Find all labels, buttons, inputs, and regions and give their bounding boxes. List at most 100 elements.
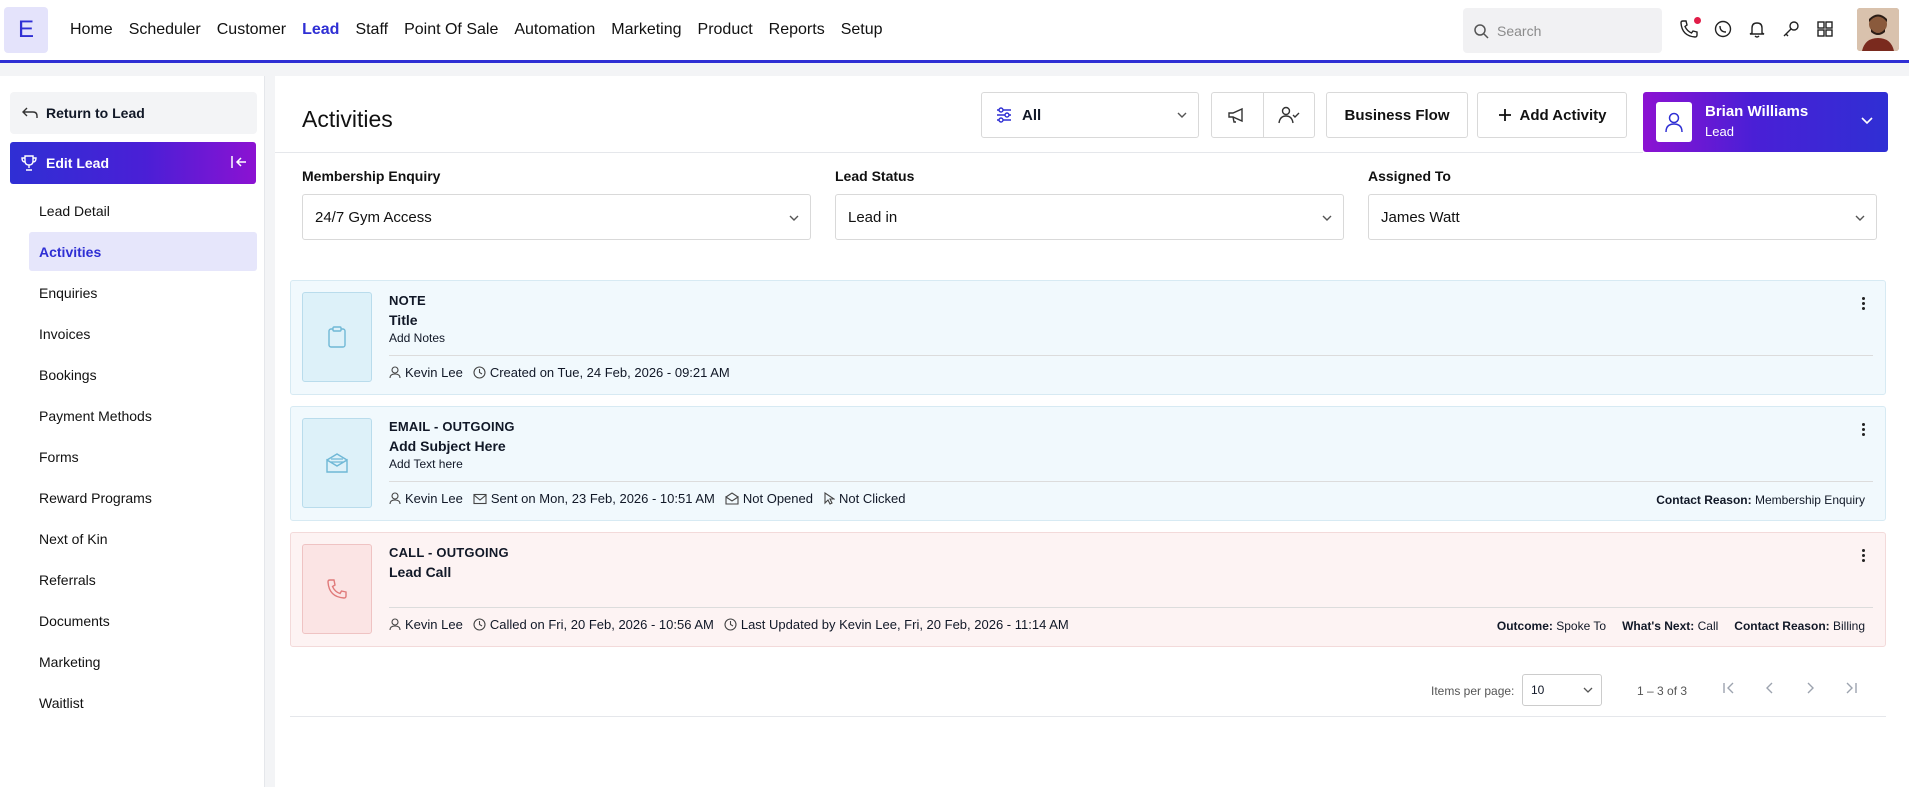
- meta-updated-text: Last Updated by Kevin Lee, Fri, 20 Feb, …: [740, 617, 1069, 632]
- return-label: Return to Lead: [46, 105, 145, 121]
- items-per-page-select[interactable]: 10: [1522, 674, 1602, 706]
- lead-status-value: Lead in: [848, 208, 898, 226]
- activity-card-call[interactable]: CALL - OUTGOING Lead Call Kevin Lee Call…: [290, 532, 1886, 647]
- activity-card-email[interactable]: EMAIL - OUTGOING Add Subject Here Add Te…: [290, 406, 1886, 521]
- activity-filter-select[interactable]: All: [981, 92, 1199, 138]
- assigned-to-label: Assigned To: [1368, 168, 1451, 184]
- clock-icon: [473, 618, 486, 631]
- nav-home[interactable]: Home: [67, 21, 116, 39]
- whats-next: What's Next: Call: [1622, 619, 1719, 633]
- apps-grid-icon[interactable]: [1814, 17, 1836, 41]
- meta-user-name: Kevin Lee: [405, 491, 463, 506]
- cursor-icon: [824, 492, 835, 505]
- more-options-icon[interactable]: [1855, 419, 1871, 439]
- sidebar-item-waitlist[interactable]: Waitlist: [29, 683, 257, 722]
- nav-marketing[interactable]: Marketing: [608, 21, 684, 39]
- return-to-lead-button[interactable]: Return to Lead: [10, 92, 257, 134]
- nav-setup[interactable]: Setup: [838, 21, 886, 39]
- chevron-down-icon: [1855, 215, 1865, 221]
- card-divider: [389, 607, 1873, 608]
- membership-enquiry-select[interactable]: 24/7 Gym Access: [302, 194, 811, 240]
- membership-enquiry-label: Membership Enquiry: [302, 168, 441, 184]
- activity-title: Title: [389, 312, 418, 328]
- activity-type: CALL - OUTGOING: [389, 545, 509, 560]
- add-activity-button[interactable]: Add Activity: [1477, 92, 1627, 138]
- search-input[interactable]: [1497, 22, 1647, 39]
- user-avatar[interactable]: [1857, 8, 1899, 51]
- phone-icon[interactable]: [1678, 17, 1701, 41]
- sidebar-item-marketing[interactable]: Marketing: [29, 642, 257, 681]
- card-divider: [389, 355, 1873, 356]
- more-options-icon[interactable]: [1855, 293, 1871, 313]
- nav-lead[interactable]: Lead: [299, 21, 342, 39]
- sidebar-item-reward-programs[interactable]: Reward Programs: [29, 478, 257, 517]
- bell-icon[interactable]: [1746, 17, 1768, 41]
- sidebar-item-bookings[interactable]: Bookings: [29, 355, 257, 394]
- activity-title: Lead Call: [389, 564, 452, 580]
- nav-customer[interactable]: Customer: [214, 21, 289, 39]
- meta-user: Kevin Lee: [389, 365, 463, 380]
- page-range: 1 – 3 of 3: [1637, 684, 1688, 698]
- meta-sent: Sent on Mon, 23 Feb, 2026 - 10:51 AM: [473, 491, 715, 506]
- card-divider: [389, 481, 1873, 482]
- assigned-to-select[interactable]: James Watt: [1368, 194, 1877, 240]
- plus-icon: [1498, 109, 1511, 121]
- activity-card-note[interactable]: NOTE Title Add Notes Kevin Lee Created o…: [290, 280, 1886, 395]
- lead-status-select[interactable]: Lead in: [835, 194, 1344, 240]
- activity-subtitle: Add Text here: [389, 457, 463, 471]
- chevron-down-icon: [1322, 215, 1332, 221]
- sidebar-item-documents[interactable]: Documents: [29, 601, 257, 640]
- activity-type: NOTE: [389, 293, 426, 308]
- meta-created: Created on Tue, 24 Feb, 2026 - 09:21 AM: [473, 365, 730, 380]
- last-page-icon[interactable]: [1840, 680, 1860, 696]
- sidebar-item-payment-methods[interactable]: Payment Methods: [29, 396, 257, 435]
- key-icon[interactable]: [1780, 17, 1802, 41]
- outcome: Outcome: Spoke To: [1496, 619, 1607, 633]
- nav-automation[interactable]: Automation: [511, 21, 598, 39]
- app-logo[interactable]: E: [4, 7, 48, 53]
- meta-user-name: Kevin Lee: [405, 365, 463, 380]
- lead-person-card[interactable]: Brian Williams Lead: [1643, 92, 1888, 152]
- next-page-icon[interactable]: [1800, 680, 1820, 696]
- items-per-page-label: Items per page:: [1431, 684, 1515, 698]
- nav-reports[interactable]: Reports: [766, 21, 828, 39]
- whatsapp-icon[interactable]: [1712, 17, 1734, 41]
- filter-value: All: [1022, 106, 1042, 124]
- sidebar-item-invoices[interactable]: Invoices: [29, 314, 257, 353]
- assign-user-button[interactable]: [1264, 93, 1315, 137]
- nav-staff[interactable]: Staff: [352, 21, 391, 39]
- activity-extra-info: Contact Reason: Membership Enquiry: [1656, 493, 1865, 507]
- nav-product[interactable]: Product: [695, 21, 756, 39]
- header-divider: [275, 152, 1643, 153]
- email-icon: [302, 418, 372, 508]
- sidebar-item-enquiries[interactable]: Enquiries: [29, 273, 257, 312]
- sidebar-item-lead-detail[interactable]: Lead Detail: [29, 191, 257, 230]
- meta-created-text: Created on Tue, 24 Feb, 2026 - 09:21 AM: [489, 365, 730, 380]
- assigned-to-value: James Watt: [1381, 208, 1460, 226]
- business-flow-button[interactable]: Business Flow: [1326, 92, 1468, 138]
- nav-point-of-sale[interactable]: Point Of Sale: [401, 21, 501, 39]
- sidebar-item-activities[interactable]: Activities: [29, 232, 257, 271]
- edit-lead-label: Edit Lead: [46, 155, 110, 171]
- contact-reason: Contact Reason: Membership Enquiry: [1656, 493, 1865, 507]
- prev-page-icon[interactable]: [1760, 680, 1780, 696]
- announce-button[interactable]: [1212, 93, 1264, 137]
- search-icon: [1474, 23, 1489, 39]
- notification-dot: [1694, 17, 1701, 24]
- sidebar-item-referrals[interactable]: Referrals: [29, 560, 257, 599]
- clipboard-icon: [302, 292, 372, 382]
- edit-lead-header[interactable]: Edit Lead: [10, 142, 256, 184]
- sidebar-item-forms[interactable]: Forms: [29, 437, 257, 476]
- more-options-icon[interactable]: [1855, 545, 1871, 565]
- meta-opened-text: Not Opened: [742, 491, 813, 506]
- person-icon: [1656, 102, 1692, 142]
- sidebar-item-next-of-kin[interactable]: Next of Kin: [29, 519, 257, 558]
- first-page-icon[interactable]: [1720, 680, 1740, 696]
- search-box[interactable]: [1463, 8, 1662, 53]
- collapse-sidebar-icon[interactable]: [230, 153, 248, 171]
- chevron-down-icon[interactable]: [1860, 114, 1874, 128]
- nav-scheduler[interactable]: Scheduler: [126, 21, 204, 39]
- user-check-icon: [1278, 106, 1300, 124]
- main-nav: Home Scheduler Customer Lead Staff Point…: [62, 0, 891, 60]
- sidebar: Return to Lead Edit Lead Lead Detail Act…: [0, 76, 265, 787]
